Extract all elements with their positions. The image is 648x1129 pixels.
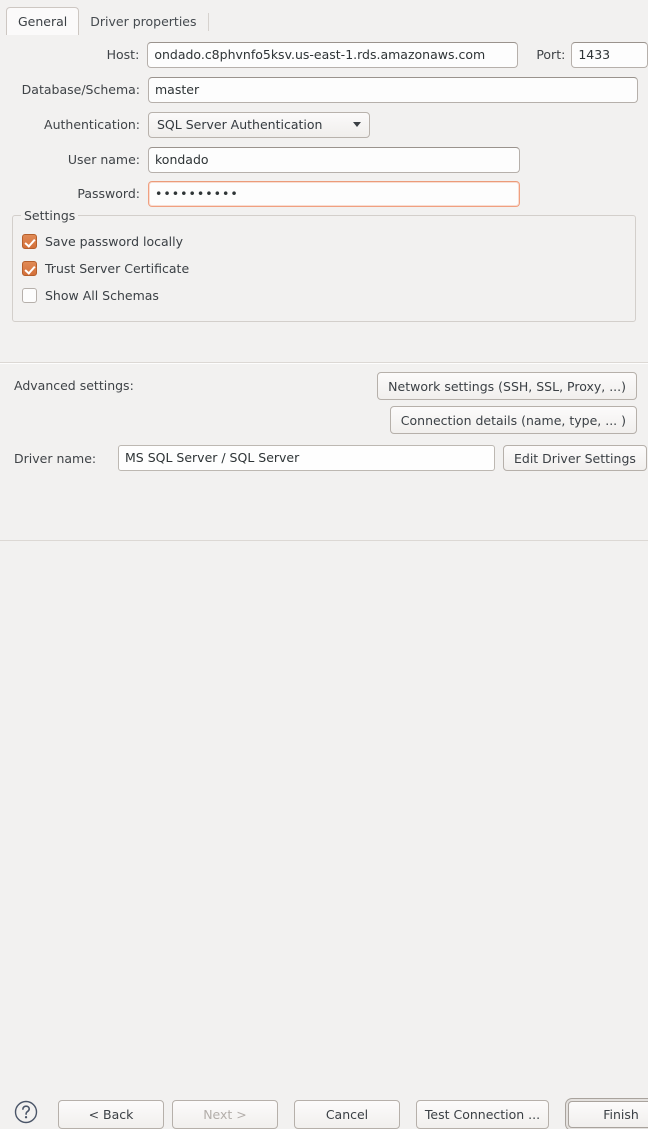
advanced-settings-section: Advanced settings: Network settings (SSH… (0, 372, 648, 434)
cancel-button-label: Cancel (326, 1107, 368, 1122)
username-row: User name: kondado (0, 146, 648, 173)
checkbox-label: Save password locally (45, 234, 183, 249)
next-button: Next > (172, 1100, 278, 1129)
footer-bar: < Back Next > Cancel Test Connection ...… (0, 541, 648, 595)
checkbox-trust-server-certificate[interactable]: Trust Server Certificate (13, 255, 635, 282)
database-row: Database/Schema: master (0, 76, 648, 103)
connection-details-button[interactable]: Connection details (name, type, ... ) (390, 406, 637, 434)
general-form: Host: ondado.c8phvnfo5ksv.us-east-1.rds.… (0, 35, 648, 215)
checkbox-label: Trust Server Certificate (45, 261, 189, 276)
checkbox-checked-icon (22, 261, 37, 276)
checkbox-checked-icon (22, 234, 37, 249)
tab-divider (208, 13, 209, 31)
password-row: Password: •••••••••• (0, 180, 648, 207)
authentication-label: Authentication: (0, 117, 148, 132)
tab-driver-properties-label: Driver properties (90, 14, 196, 29)
back-button-label: < Back (89, 1107, 134, 1122)
database-label: Database/Schema: (0, 82, 148, 97)
finish-button-label: Finish (603, 1107, 639, 1122)
host-label: Host: (0, 47, 147, 62)
settings-checkbox-list: Save password locally Trust Server Certi… (13, 216, 635, 309)
next-button-label: Next > (203, 1107, 247, 1122)
tab-bar: General Driver properties (0, 0, 648, 35)
checkbox-save-password-locally[interactable]: Save password locally (13, 228, 635, 255)
network-settings-button-label: Network settings (SSH, SSL, Proxy, ...) (388, 379, 626, 394)
checkbox-unchecked-icon (22, 288, 37, 303)
username-input[interactable]: kondado (148, 147, 520, 173)
authentication-row: Authentication: SQL Server Authenticatio… (0, 111, 648, 138)
host-input[interactable]: ondado.c8phvnfo5ksv.us-east-1.rds.amazon… (147, 42, 517, 68)
connection-details-button-label: Connection details (name, type, ... ) (401, 413, 626, 428)
checkbox-label: Show All Schemas (45, 288, 159, 303)
settings-group: Settings Save password locally Trust Ser… (12, 215, 636, 322)
tab-driver-properties[interactable]: Driver properties (79, 8, 207, 35)
cancel-button[interactable]: Cancel (294, 1100, 400, 1129)
tab-general[interactable]: General (6, 7, 79, 35)
port-label: Port: (518, 47, 572, 62)
edit-driver-settings-button-label: Edit Driver Settings (514, 451, 636, 466)
chevron-down-icon (353, 122, 361, 127)
section-separator (0, 362, 648, 364)
help-circle-icon[interactable] (14, 1100, 38, 1124)
driver-name-input[interactable]: MS SQL Server / SQL Server (118, 445, 495, 471)
host-row: Host: ondado.c8phvnfo5ksv.us-east-1.rds.… (0, 41, 648, 68)
database-input[interactable]: master (148, 77, 638, 103)
footer-button-group-left: < Back Next > Cancel Test Connection ...… (58, 1100, 648, 1129)
checkbox-show-all-schemas[interactable]: Show All Schemas (13, 282, 635, 309)
advanced-settings-label: Advanced settings: (0, 372, 154, 400)
test-connection-button[interactable]: Test Connection ... (416, 1100, 549, 1129)
finish-button[interactable]: Finish (568, 1101, 648, 1128)
edit-driver-settings-button[interactable]: Edit Driver Settings (503, 445, 647, 471)
authentication-select[interactable]: SQL Server Authentication (148, 112, 370, 138)
settings-group-title: Settings (21, 208, 78, 223)
network-settings-button[interactable]: Network settings (SSH, SSL, Proxy, ...) (377, 372, 637, 400)
back-button[interactable]: < Back (58, 1100, 164, 1129)
test-connection-button-label: Test Connection ... (425, 1107, 540, 1122)
password-label: Password: (0, 186, 148, 201)
driver-name-row: Driver name: MS SQL Server / SQL Server … (0, 445, 648, 471)
advanced-settings-buttons: Network settings (SSH, SSL, Proxy, ...) … (377, 372, 637, 434)
driver-name-label: Driver name: (0, 451, 114, 466)
port-input[interactable]: 1433 (571, 42, 648, 68)
authentication-select-value: SQL Server Authentication (157, 117, 322, 132)
password-input[interactable]: •••••••••• (148, 181, 520, 207)
username-label: User name: (0, 152, 148, 167)
tab-general-label: General (18, 14, 67, 29)
